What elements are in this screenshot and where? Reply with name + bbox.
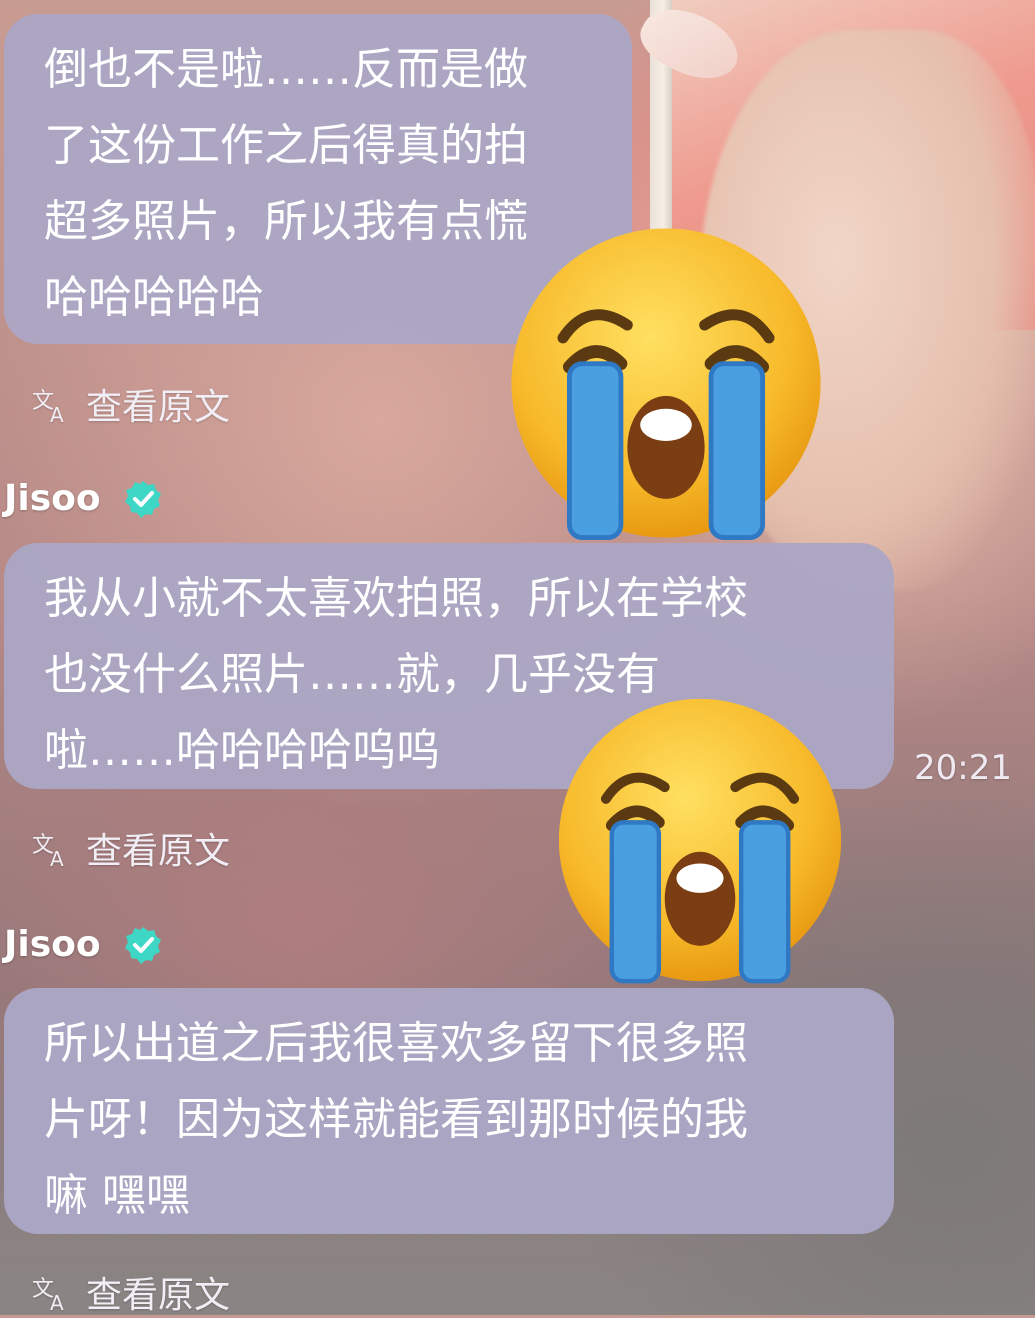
view-original-link-2[interactable]: 文 A 查看原文 <box>30 822 230 874</box>
verified-check-icon <box>124 926 161 964</box>
view-original-label: 查看原文 <box>86 387 231 428</box>
loudly-crying-face-emoji <box>558 698 842 984</box>
svg-text:A: A <box>50 1291 64 1312</box>
sender-name-3[interactable]: Jisoo <box>4 924 163 965</box>
translate-icon: 文 A <box>32 833 64 868</box>
verified-check-icon <box>124 480 161 518</box>
loudly-crying-face-emoji <box>511 228 821 540</box>
svg-text:A: A <box>50 403 64 424</box>
svg-text:A: A <box>50 847 64 868</box>
sender-name-label: Jisoo <box>4 478 101 519</box>
translate-icon: 文 A <box>32 1277 64 1312</box>
view-original-link-1[interactable]: 文 A 查看原文 <box>30 378 230 430</box>
message-bubble-3[interactable]: 所以出道之后我很喜欢多留下很多照 片呀！因为这样就能看到那时候的我 嘛 嘿嘿 <box>4 988 894 1234</box>
message-timestamp: 20:21 <box>914 748 1012 788</box>
sender-name-2[interactable]: Jisoo <box>4 478 163 519</box>
view-original-label: 查看原文 <box>86 1275 231 1316</box>
view-original-label: 查看原文 <box>86 831 231 872</box>
view-original-link-3[interactable]: 文 A 查看原文 <box>30 1266 230 1318</box>
sender-name-label: Jisoo <box>4 924 101 965</box>
translate-icon: 文 A <box>32 389 64 424</box>
